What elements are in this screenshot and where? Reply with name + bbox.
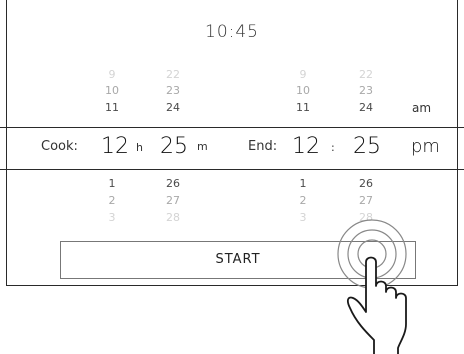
- cook-hours-unit: h: [136, 141, 143, 154]
- end-minutes-value[interactable]: 25: [353, 134, 381, 159]
- end-hours-option[interactable]: 11: [283, 101, 323, 115]
- cook-minutes-option[interactable]: 24: [153, 101, 193, 115]
- end-hours-option[interactable]: 1: [283, 177, 323, 191]
- cook-hours-value[interactable]: 12: [101, 134, 129, 159]
- cook-minutes-option[interactable]: 26: [153, 177, 193, 191]
- tap-hand-icon: [337, 219, 407, 354]
- cook-minutes-option[interactable]: 22: [153, 68, 193, 82]
- end-period-option[interactable]: am: [412, 101, 431, 115]
- end-hours-option[interactable]: 2: [283, 194, 323, 208]
- cook-minutes-option[interactable]: 28: [153, 211, 193, 225]
- end-hours-option[interactable]: 10: [283, 84, 323, 98]
- cook-minutes-option[interactable]: 23: [153, 84, 193, 98]
- end-minutes-option[interactable]: 22: [346, 68, 386, 82]
- cook-minutes-unit: m: [197, 140, 208, 153]
- end-minutes-option[interactable]: 26: [346, 177, 386, 191]
- cook-hours-option[interactable]: 9: [92, 68, 132, 82]
- selection-band-top: [0, 127, 464, 128]
- clock-display: 10:45: [205, 22, 259, 42]
- end-minutes-option[interactable]: 24: [346, 101, 386, 115]
- end-time-separator: :: [331, 141, 335, 154]
- end-period-value[interactable]: pm: [411, 136, 440, 157]
- cook-hours-option[interactable]: 11: [92, 101, 132, 115]
- end-hours-value[interactable]: 12: [292, 134, 320, 159]
- end-hours-option[interactable]: 9: [283, 68, 323, 82]
- end-label: End:: [248, 139, 278, 154]
- cook-hours-option[interactable]: 2: [92, 194, 132, 208]
- cook-label: Cook:: [41, 139, 78, 154]
- end-hours-option[interactable]: 3: [283, 211, 323, 225]
- cook-hours-option[interactable]: 10: [92, 84, 132, 98]
- selection-band-bottom: [0, 169, 464, 170]
- end-minutes-option[interactable]: 23: [346, 84, 386, 98]
- cook-hours-option[interactable]: 1: [92, 177, 132, 191]
- cook-minutes-option[interactable]: 27: [153, 194, 193, 208]
- cook-hours-option[interactable]: 3: [92, 211, 132, 225]
- end-minutes-option[interactable]: 27: [346, 194, 386, 208]
- cook-minutes-value[interactable]: 25: [160, 134, 188, 159]
